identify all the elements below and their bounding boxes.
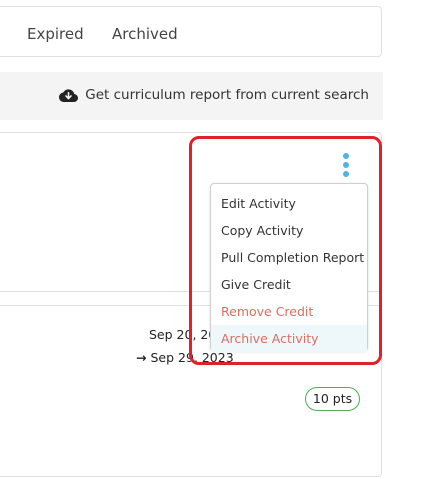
curriculum-report-link[interactable]: Get curriculum report from current searc… [59,87,369,103]
vertical-ellipsis-icon[interactable] [340,153,352,177]
menu-item-archive-activity[interactable]: Archive Activity [211,325,367,352]
tab-archived[interactable]: Archived [112,25,178,43]
menu-item-remove-credit[interactable]: Remove Credit [211,298,367,325]
menu-item-give-credit[interactable]: Give Credit [211,271,367,298]
arrow-right-icon: → [136,350,147,365]
points-badge: 10 pts [305,387,360,411]
menu-item-edit-activity[interactable]: Edit Activity [211,190,367,217]
menu-item-copy-activity[interactable]: Copy Activity [211,217,367,244]
end-date: Sep 29, 2023 [150,350,234,365]
activity-context-menu: Edit Activity Copy Activity Pull Complet… [210,183,368,352]
status-tabs-bar: Expired Archived [0,6,382,57]
report-link-label: Get curriculum report from current searc… [85,87,369,103]
menu-item-pull-completion-report[interactable]: Pull Completion Report [211,244,367,271]
end-date-row: → Sep 29, 2023 [136,350,234,365]
tab-expired[interactable]: Expired [27,25,84,43]
start-date: Sep 20, 20 [149,327,217,342]
cloud-download-icon [59,88,79,102]
report-bar: Get curriculum report from current searc… [0,72,383,120]
